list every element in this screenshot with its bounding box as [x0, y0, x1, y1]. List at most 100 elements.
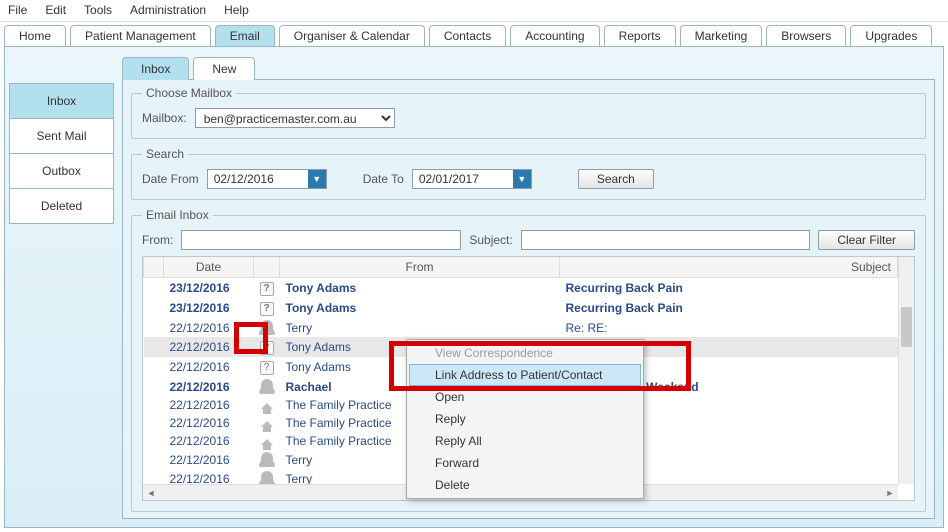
menu-edit[interactable]: Edit	[45, 3, 66, 17]
scroll-right-icon[interactable]: ►	[882, 485, 898, 501]
group-search: Search Date From 02/12/2016 ▼ Date To 02…	[131, 147, 926, 200]
date-to-value: 02/01/2017	[413, 170, 513, 188]
cell-subject: Re: RE:	[560, 318, 898, 337]
cell-from: Tony Adams	[280, 298, 560, 318]
cell-attachment	[144, 337, 164, 357]
date-from-field[interactable]: 02/12/2016 ▼	[207, 169, 327, 189]
question-icon: ?	[260, 341, 274, 355]
cell-date: 22/12/2016	[164, 377, 254, 396]
context-menu-item[interactable]: Delete	[409, 474, 641, 496]
cell-subject: Recurring Back Pain	[560, 278, 898, 299]
table-row[interactable]: 23/12/2016? Tony AdamsRecurring Back Pain	[144, 278, 898, 299]
col-icon[interactable]	[254, 257, 280, 278]
select-mailbox[interactable]: ben@practicemaster.com.au	[195, 108, 395, 128]
context-menu-item[interactable]: Forward	[409, 452, 641, 474]
tab-browsers[interactable]: Browsers	[766, 25, 846, 47]
tab-upgrades[interactable]: Upgrades	[850, 25, 932, 47]
cell-attachment	[144, 450, 164, 469]
vertical-scrollbar[interactable]	[898, 257, 914, 484]
question-icon: ?	[260, 302, 274, 316]
folder-outbox[interactable]: Outbox	[9, 153, 114, 189]
scroll-left-icon[interactable]: ◄	[143, 485, 159, 501]
input-subject-filter[interactable]	[521, 230, 811, 250]
house-icon	[261, 403, 273, 409]
table-row[interactable]: 23/12/2016?Tony AdamsRecurring Back Pain	[144, 298, 898, 318]
date-to-field[interactable]: 02/01/2017 ▼	[412, 169, 532, 189]
col-date[interactable]: Date	[164, 257, 254, 278]
house-icon	[261, 439, 273, 445]
tab-reports[interactable]: Reports	[604, 25, 676, 47]
legend-choose-mailbox: Choose Mailbox	[142, 86, 236, 100]
menu-help[interactable]: Help	[224, 3, 249, 17]
sub-tabstrip: Inbox New	[122, 55, 935, 79]
cell-attachment	[144, 414, 164, 432]
cell-contact-type-icon: ?	[254, 278, 280, 299]
tab-email[interactable]: Email	[215, 25, 275, 47]
legend-email-inbox: Email Inbox	[142, 208, 213, 222]
cell-contact-type-icon: ?	[254, 298, 280, 318]
cell-attachment	[144, 278, 164, 299]
house-icon	[261, 421, 273, 427]
menu-file[interactable]: File	[8, 3, 27, 17]
cell-attachment	[144, 396, 164, 414]
folder-sent-mail[interactable]: Sent Mail	[9, 118, 114, 154]
menu-bar: File Edit Tools Administration Help	[0, 0, 948, 22]
context-menu-item[interactable]: Link Address to Patient/Contact	[409, 364, 641, 386]
cell-date: 23/12/2016	[164, 278, 254, 299]
col-from[interactable]: From	[280, 257, 560, 278]
cell-date: 22/12/2016	[164, 414, 254, 432]
tab-organiser-calendar[interactable]: Organiser & Calendar	[279, 25, 425, 47]
subtab-inbox[interactable]: Inbox	[122, 57, 189, 80]
legend-search: Search	[142, 147, 188, 161]
tab-contacts[interactable]: Contacts	[429, 25, 506, 47]
cell-attachment	[144, 357, 164, 377]
table-row[interactable]: 22/12/2016TerryRe: RE:	[144, 318, 898, 337]
date-from-value: 02/12/2016	[208, 170, 308, 188]
cell-contact-type-icon	[254, 432, 280, 450]
input-from-filter[interactable]	[181, 230, 461, 250]
tab-marketing[interactable]: Marketing	[680, 25, 763, 47]
person-icon	[261, 379, 273, 391]
cell-attachment	[144, 377, 164, 396]
tab-accounting[interactable]: Accounting	[510, 25, 599, 47]
date-from-dropdown-icon[interactable]: ▼	[308, 170, 326, 188]
clear-filter-button[interactable]: Clear Filter	[818, 230, 915, 250]
cell-date: 22/12/2016	[164, 432, 254, 450]
tab-patient-management[interactable]: Patient Management	[70, 25, 211, 47]
context-menu-item[interactable]: Open	[409, 386, 641, 408]
folder-deleted[interactable]: Deleted	[9, 188, 114, 224]
cell-date: 22/12/2016	[164, 357, 254, 377]
context-menu-item[interactable]: Reply All	[409, 430, 641, 452]
cell-contact-type-icon	[254, 318, 280, 337]
menu-administration[interactable]: Administration	[130, 3, 206, 17]
cell-date: 22/12/2016	[164, 337, 254, 357]
search-button[interactable]: Search	[578, 169, 654, 189]
context-menu-item[interactable]: Reply	[409, 408, 641, 430]
cell-attachment	[144, 298, 164, 318]
cell-contact-type-icon	[254, 377, 280, 396]
main-tabstrip: Home Patient Management Email Organiser …	[0, 22, 948, 46]
cell-from: Tony Adams	[280, 278, 560, 299]
folder-inbox[interactable]: Inbox	[9, 83, 114, 119]
question-icon: ?	[260, 282, 274, 296]
person-icon	[261, 320, 273, 332]
tab-home[interactable]: Home	[4, 25, 66, 47]
cell-date: 22/12/2016	[164, 396, 254, 414]
col-subject[interactable]: Subject	[560, 257, 898, 278]
label-date-from: Date From	[142, 172, 199, 186]
folder-sidebar: Inbox Sent Mail Outbox Deleted	[9, 83, 114, 519]
label-from-filter: From:	[142, 233, 173, 247]
cell-contact-type-icon: ?	[254, 357, 280, 377]
cell-date: 23/12/2016	[164, 298, 254, 318]
cell-date: 22/12/2016	[164, 450, 254, 469]
cell-contact-type-icon	[254, 396, 280, 414]
context-menu-item: View Correspondence	[409, 342, 641, 364]
cell-attachment	[144, 432, 164, 450]
col-attachment[interactable]	[144, 257, 164, 278]
subtab-new[interactable]: New	[193, 57, 255, 80]
label-mailbox: Mailbox:	[142, 111, 187, 125]
menu-tools[interactable]: Tools	[84, 3, 112, 17]
date-to-dropdown-icon[interactable]: ▼	[513, 170, 531, 188]
person-icon	[261, 471, 273, 483]
context-menu: View CorrespondenceLink Address to Patie…	[406, 339, 644, 499]
